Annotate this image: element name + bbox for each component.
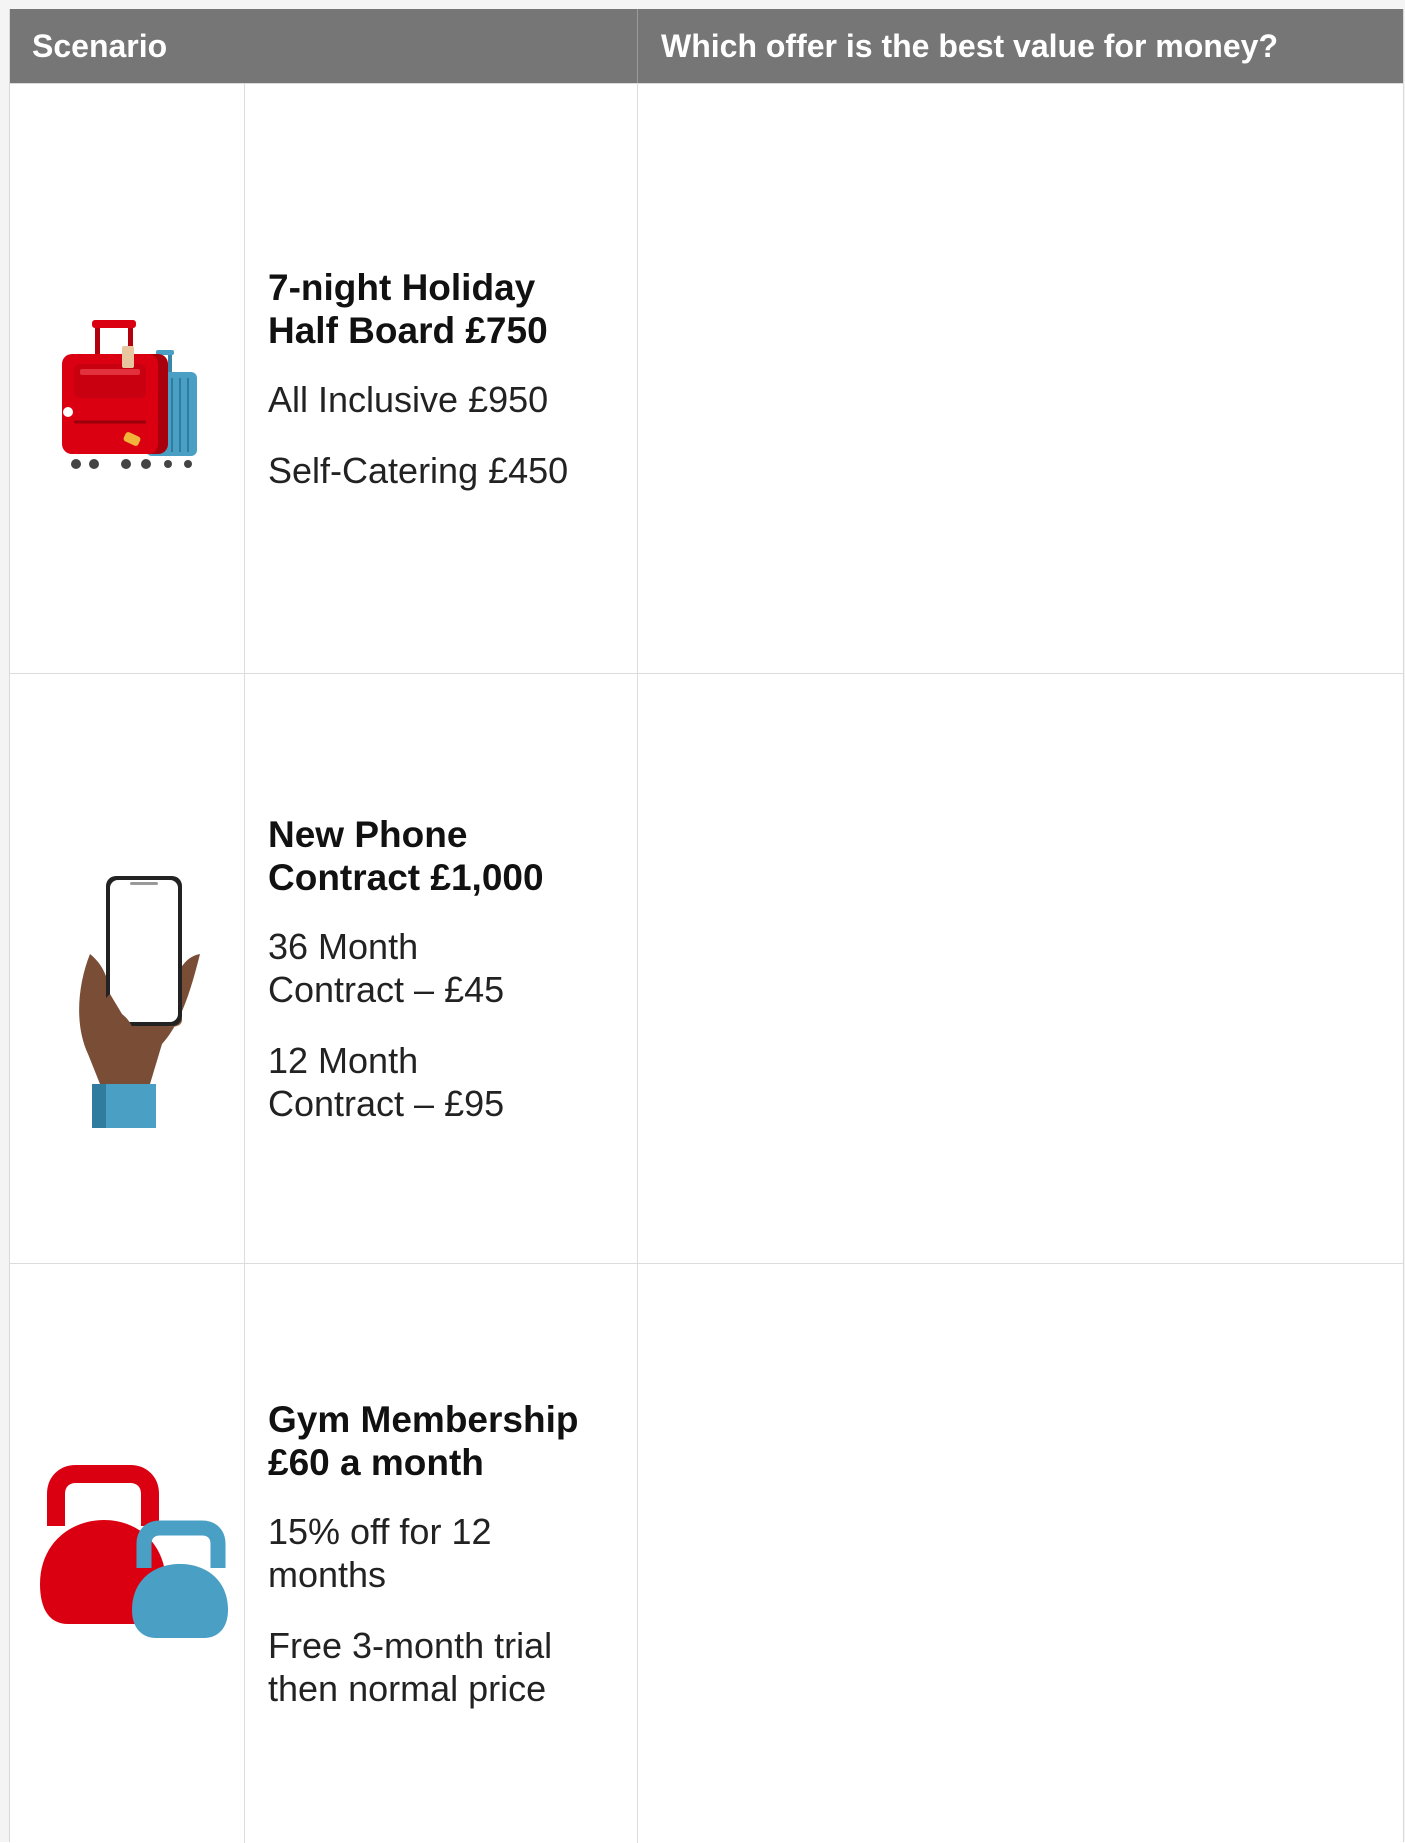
header-scenario: Scenario xyxy=(32,28,168,64)
offer-text-cell: New Phone Contract £1,000 36 Month Contr… xyxy=(268,674,628,1264)
scenario-table: Scenario Which offer is the best value f… xyxy=(9,9,1404,1843)
answer-cell[interactable] xyxy=(638,1264,1403,1843)
offer-option: Self-Catering £450 xyxy=(268,450,569,491)
offer-title: New Phone Contract £1,000 xyxy=(268,813,628,899)
header-question: Which offer is the best value for money? xyxy=(661,28,1278,64)
header-divider xyxy=(637,9,638,83)
table-row-phone: New Phone Contract £1,000 36 Month Contr… xyxy=(10,673,1403,1264)
answer-cell[interactable] xyxy=(638,674,1403,1264)
table-row-gym: Gym Membership £60 a month 15% off for 1… xyxy=(10,1263,1403,1843)
phone-in-hand-icon xyxy=(79,876,200,1128)
page: Scenario Which offer is the best value f… xyxy=(0,0,1405,1843)
column-divider xyxy=(244,1264,245,1843)
suitcase-icon xyxy=(62,320,197,469)
answer-cell[interactable] xyxy=(638,84,1403,674)
offer-title-line: 7-night Holiday xyxy=(268,267,536,308)
offer-title-line: Contract £1,000 xyxy=(268,857,544,898)
offer-text-cell: Gym Membership £60 a month 15% off for 1… xyxy=(268,1264,628,1843)
column-divider xyxy=(244,84,245,674)
offer-option: 12 Month Contract – £95 xyxy=(268,1040,505,1124)
offer-title: 7-night Holiday Half Board £750 xyxy=(268,266,628,352)
offer-option: Free 3-month trial then normal price xyxy=(268,1624,553,1709)
offer-option: 36 Month Contract – £45 xyxy=(268,926,505,1010)
icon-cell xyxy=(10,674,244,1264)
offer-text-cell: 7-night Holiday Half Board £750 All Incl… xyxy=(268,84,628,674)
offer-title-line: Half Board £750 xyxy=(268,310,548,351)
offer-title-line: £60 a month xyxy=(268,1441,484,1483)
icon-cell xyxy=(10,1264,244,1843)
column-divider xyxy=(244,674,245,1264)
offer-title: Gym Membership £60 a month xyxy=(268,1398,628,1484)
offer-option: 15% off for 12 months xyxy=(268,1510,492,1595)
icon-cell xyxy=(10,84,244,674)
kettlebell-icon xyxy=(40,1465,228,1638)
table-row-holiday: 7-night Holiday Half Board £750 All Incl… xyxy=(10,83,1403,674)
table-header: Scenario Which offer is the best value f… xyxy=(10,9,1403,83)
offer-title-line: New Phone xyxy=(268,814,468,855)
offer-option: All Inclusive £950 xyxy=(268,379,549,420)
offer-title-line: Gym Membership xyxy=(268,1398,579,1440)
